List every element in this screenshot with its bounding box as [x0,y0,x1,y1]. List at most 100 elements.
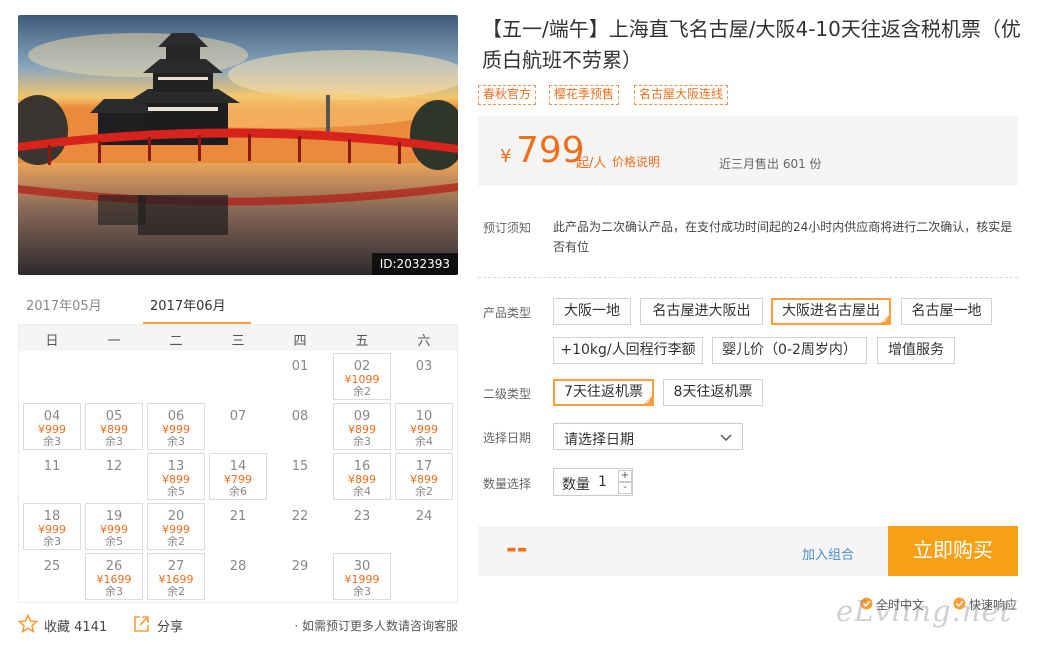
weekday-label: 三 [231,334,245,349]
calendar-day[interactable]: 04 ¥999 余3 [23,403,81,450]
day-number: 14 [229,459,247,474]
calendar-day[interactable]: 26 ¥1699 余3 [85,553,143,600]
option-label: 大阪进名古屋出 [782,303,880,319]
day-number: 16 [353,459,371,474]
type-option-extra-service[interactable]: 增值服务 [877,337,955,364]
service-label: 快速响应 [969,598,1018,612]
day-number: 03 [415,359,433,374]
type-option-nagoya[interactable]: 名古屋一地 [901,298,992,325]
sold-count: 近三月售出 601 份 [719,157,822,171]
calendar-day[interactable]: 30 ¥1999 余3 [333,553,391,600]
type-option-nagoya-in-osaka-out[interactable]: 名古屋进大阪出 [640,298,763,325]
weekday-label: 日 [45,334,59,349]
day-remaining: 余4 [415,435,433,448]
favorite-count[interactable]: 收藏 4141 [44,616,107,635]
month-tabs: 2017年05月 2017年06月 [18,288,458,325]
price-explain-link[interactable]: 价格说明 [612,153,660,170]
price-panel: ¥ 799 起/人 价格说明 近三月售出 601 份 [478,116,1018,186]
option-label: 7天往返机票 [564,384,643,400]
calendar-day[interactable]: 27 ¥1699 余2 [147,553,205,600]
calendar-day: 28 [209,553,267,600]
sub-option-7-days[interactable]: 7天往返机票 ✓ [553,379,654,406]
day-remaining: 余4 [353,485,371,498]
day-number: 04 [43,409,61,424]
calendar-day[interactable]: 17 ¥899 余2 [395,453,453,500]
tab-month-june[interactable]: 2017年06月 [150,295,226,314]
day-remaining: 余5 [105,535,123,548]
castle-scene-image [18,15,458,275]
day-remaining: 余3 [105,435,123,448]
day-remaining: 余3 [43,535,61,548]
day-number: 10 [415,409,433,424]
type-option-osaka[interactable]: 大阪一地 [553,298,631,325]
day-remaining: 余3 [43,435,61,448]
weekday-label: 四 [293,334,307,349]
share-link[interactable]: 分享 [157,616,183,635]
quantity-increase-button[interactable]: + [618,470,632,482]
calendar-day[interactable]: 19 ¥999 余5 [85,503,143,550]
star-icon[interactable] [18,614,38,634]
quantity-decrease-button[interactable]: - [618,482,632,494]
day-remaining: 余2 [167,535,185,548]
quantity-text: 数量 [562,477,590,493]
purchase-bar: -- 加入组合 立即购买 [478,526,1018,576]
calendar-day[interactable]: 09 ¥899 余3 [333,403,391,450]
calendar-day: 25 [23,553,81,600]
day-number: 21 [229,509,247,524]
type-option-osaka-in-nagoya-out[interactable]: 大阪进名古屋出 ✓ [771,298,891,325]
calendar-day[interactable]: 02 ¥1099 余2 [333,353,391,400]
calendar-day: 01 [271,353,329,400]
calendar-day[interactable]: 18 ¥999 余3 [23,503,81,550]
price-unit: 起/人 [576,156,607,171]
day-remaining: 余6 [229,485,247,498]
weekday-label: 二 [169,334,183,349]
day-number: 20 [167,509,185,524]
tab-month-may[interactable]: 2017年05月 [26,295,102,314]
product-type-label: 产品类型 [483,306,532,320]
calendar: 日 一 二 三 四 五 六 01 02 ¥1099 余2 03 04 ¥999 余3 05 ¥89… [18,324,458,603]
notice-text: 此产品为二次确认产品，在支付成功时间起的24小时内供应商将进行二次确认，核实是否… [553,220,1013,254]
share-icon[interactable] [132,615,150,633]
date-select-value: 请选择日期 [564,432,634,448]
day-number: 24 [415,509,433,524]
price-value: 799 [516,130,585,171]
day-number: 30 [353,559,371,574]
tag-badge: 名古屋大阪连线 [634,85,729,105]
day-number: 18 [43,509,61,524]
type-option-infant[interactable]: 婴儿价（0-2周岁内） [712,337,867,364]
calendar-day: 29 [271,553,329,600]
day-number: 17 [415,459,433,474]
day-number: 01 [291,359,309,374]
calendar-day: 11 [23,453,81,500]
quantity-value[interactable]: 1 [598,474,607,490]
calendar-day: 23 [333,503,391,550]
sub-option-8-days[interactable]: 8天往返机票 [663,379,763,406]
day-number: 06 [167,409,185,424]
calendar-day[interactable]: 16 ¥899 余4 [333,453,391,500]
photo-id-badge: ID:2032393 [371,253,458,275]
currency-symbol: ¥ [500,146,512,167]
day-number: 28 [229,559,247,574]
date-select[interactable]: 请选择日期 [553,423,743,450]
add-combo-link[interactable]: 加入组合 [802,544,854,563]
buy-now-button[interactable]: 立即购买 [888,526,1018,576]
calendar-day: 07 [209,403,267,450]
calendar-day[interactable]: 05 ¥899 余3 [85,403,143,450]
day-number: 08 [291,409,309,424]
action-bar: 收藏 4141 分享 · 如需预订更多人数请咨询客服 [18,614,458,636]
product-title: 【五一/端午】上海直飞名古屋/大阪4-10天往返含税机票（优质白航班不劳累） [482,17,1021,72]
divider [478,277,1018,278]
day-number: 23 [353,509,371,524]
type-option-baggage[interactable]: +10kg/人回程行李额 [553,337,703,364]
calendar-day[interactable]: 10 ¥999 余4 [395,403,453,450]
calendar-day[interactable]: 14 ¥799 余6 [209,453,267,500]
day-number: 22 [291,509,309,524]
calendar-day[interactable]: 06 ¥999 余3 [147,403,205,450]
day-number: 11 [43,459,61,474]
weekday-header: 日 一 二 三 四 五 六 [19,325,457,351]
calendar-day[interactable]: 20 ¥999 余2 [147,503,205,550]
calendar-day[interactable]: 13 ¥899 余5 [147,453,205,500]
product-photo[interactable]: ID:2032393 [18,15,458,275]
chevron-down-icon [720,434,732,442]
date-label: 选择日期 [483,431,532,445]
